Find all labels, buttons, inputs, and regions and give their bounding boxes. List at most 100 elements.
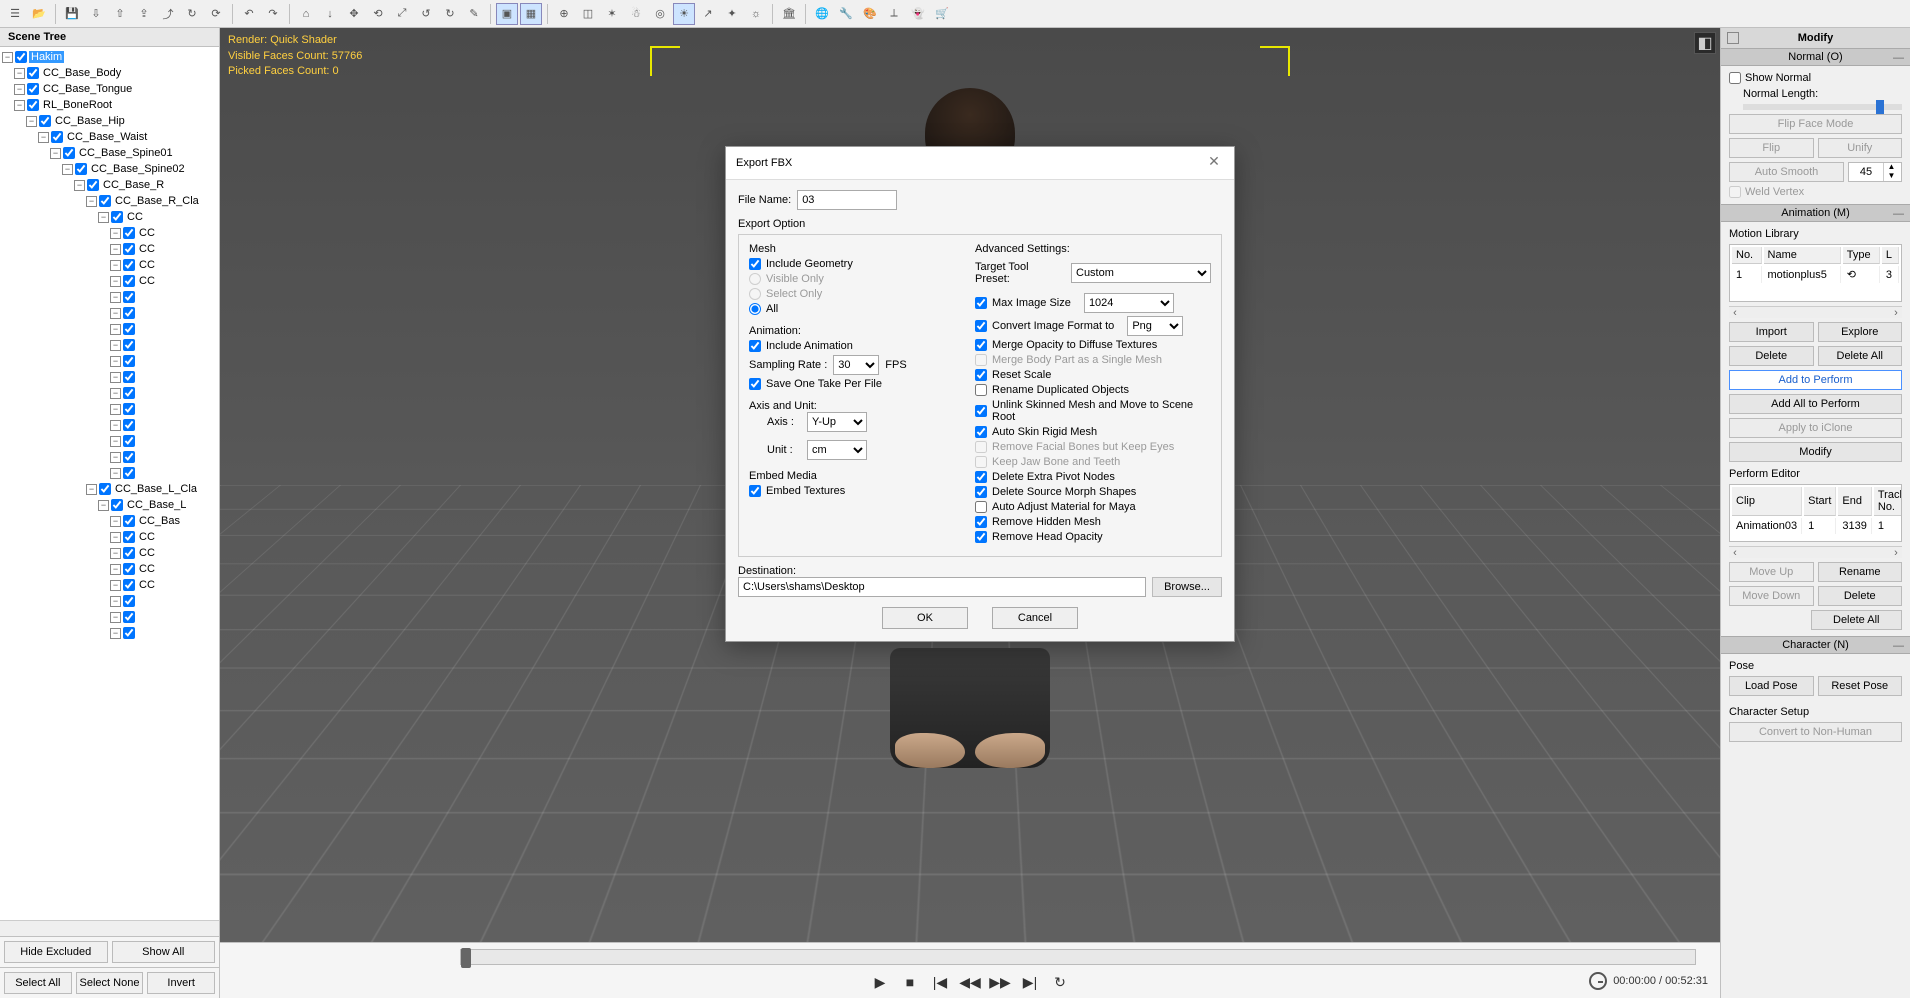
reset-scale-checkbox[interactable]	[975, 369, 987, 381]
tree-toggle-icon[interactable]: −	[86, 196, 97, 207]
grid-icon[interactable]: ▦	[520, 3, 542, 25]
embed-textures-checkbox[interactable]	[749, 485, 761, 497]
convert-image-checkbox[interactable]	[975, 320, 987, 332]
export-fbx-icon[interactable]: ⇪	[133, 3, 155, 25]
cancel-button[interactable]: Cancel	[992, 607, 1078, 629]
tree-toggle-icon[interactable]: −	[110, 516, 121, 527]
cart-icon[interactable]: 🛒	[931, 3, 953, 25]
sun-icon[interactable]: ☼	[745, 3, 767, 25]
animation-section-header[interactable]: Animation (M)	[1781, 207, 1849, 219]
explore-button[interactable]: Explore	[1818, 322, 1903, 342]
tree-node[interactable]: −CC_Base_R	[2, 177, 217, 193]
tree-toggle-icon[interactable]: −	[110, 308, 121, 319]
select-light-icon[interactable]: ☀	[673, 3, 695, 25]
tree-label[interactable]: CC	[137, 547, 157, 559]
select-all-button[interactable]: Select All	[4, 972, 72, 994]
motion-library-table[interactable]: No.NameTypeL 1motionplus5⟲3	[1729, 244, 1902, 302]
tree-node[interactable]: −CC_Bas	[2, 513, 217, 529]
tree-toggle-icon[interactable]: −	[110, 276, 121, 287]
tree-node[interactable]: −CC	[2, 561, 217, 577]
tree-toggle-icon[interactable]: −	[110, 420, 121, 431]
tree-node[interactable]: −	[2, 289, 217, 305]
tree-node[interactable]: −CC	[2, 257, 217, 273]
pivot-icon[interactable]: ⊕	[553, 3, 575, 25]
tree-node[interactable]: −CC_Base_Spine02	[2, 161, 217, 177]
tree-label[interactable]: CC	[137, 579, 157, 591]
tree-node[interactable]: −CC_Base_Waist	[2, 129, 217, 145]
tree-node[interactable]: −	[2, 369, 217, 385]
tree-checkbox[interactable]	[27, 83, 39, 95]
tree-node[interactable]: −CC	[2, 529, 217, 545]
tree-label[interactable]: CC	[137, 243, 157, 255]
tree-toggle-icon[interactable]: −	[110, 580, 121, 591]
remove-head-opacity-checkbox[interactable]	[975, 531, 987, 543]
delete-all-clip-button[interactable]: Delete All	[1811, 610, 1903, 630]
tree-label[interactable]: CC_Base_Spine01	[77, 147, 175, 159]
target-preset-select[interactable]: Custom	[1071, 263, 1211, 283]
tree-node[interactable]: −CC_Base_Body	[2, 65, 217, 81]
tree-node[interactable]: −CC_Base_Hip	[2, 113, 217, 129]
tree-checkbox[interactable]	[123, 275, 135, 287]
tree-checkbox[interactable]	[123, 419, 135, 431]
tree-icon[interactable]: ☰	[4, 3, 26, 25]
show-all-button[interactable]: Show All	[112, 941, 216, 963]
tree-toggle-icon[interactable]: −	[110, 244, 121, 255]
tree-node[interactable]: −	[2, 321, 217, 337]
tree-label[interactable]: CC_Base_L	[125, 499, 188, 511]
wrench-icon[interactable]: 🔧	[835, 3, 857, 25]
tree-toggle-icon[interactable]: −	[98, 212, 109, 223]
tree-node[interactable]: − CC	[2, 241, 217, 257]
remove-hidden-checkbox[interactable]	[975, 516, 987, 528]
tree-toggle-icon[interactable]: −	[110, 436, 121, 447]
tree-toggle-icon[interactable]: −	[110, 228, 121, 239]
export-usd-icon[interactable]: ⤴	[157, 3, 179, 25]
all-radio[interactable]	[749, 303, 761, 315]
tree-toggle-icon[interactable]: −	[110, 388, 121, 399]
smooth-angle-spinner[interactable]: ▲▼	[1848, 162, 1902, 182]
tree-node[interactable]: −CC_Base_L	[2, 497, 217, 513]
tree-label[interactable]: Hakim	[29, 51, 64, 63]
tree-node[interactable]: −RL_BoneRoot	[2, 97, 217, 113]
unlink-skinned-checkbox[interactable]	[975, 405, 987, 417]
redo-icon[interactable]: ↷	[262, 3, 284, 25]
tree-label[interactable]: RL_BoneRoot	[41, 99, 114, 111]
tree-node[interactable]: −	[2, 465, 217, 481]
tree-label[interactable]: CC	[125, 211, 145, 223]
tree-checkbox[interactable]	[123, 259, 135, 271]
close-icon[interactable]: ✕	[1204, 153, 1224, 173]
character-section-header[interactable]: Character (N)	[1782, 639, 1849, 651]
tree-toggle-icon[interactable]: −	[110, 356, 121, 367]
rewind-icon[interactable]: ◀◀	[960, 972, 980, 992]
tree-node[interactable]: −	[2, 609, 217, 625]
tree-toggle-icon[interactable]: −	[26, 116, 37, 127]
tree-toggle-icon[interactable]: −	[110, 628, 121, 639]
tree-checkbox[interactable]	[123, 563, 135, 575]
tree-node[interactable]: − CC	[2, 545, 217, 561]
tree-checkbox[interactable]	[51, 131, 63, 143]
tree-toggle-icon[interactable]: −	[110, 548, 121, 559]
tree-label[interactable]: CC_Base_Waist	[65, 131, 149, 143]
collapse-icon[interactable]: —	[1893, 208, 1904, 220]
tree-node[interactable]: −	[2, 401, 217, 417]
tree-checkbox[interactable]	[123, 579, 135, 591]
tree-node[interactable]: −	[2, 593, 217, 609]
tree-hscroll[interactable]	[0, 920, 219, 936]
tree-checkbox[interactable]	[123, 323, 135, 335]
first-frame-icon[interactable]: |◀	[930, 972, 950, 992]
tree-label[interactable]: CC	[137, 531, 157, 543]
bank-icon[interactable]: 🏛	[778, 3, 800, 25]
tree-label[interactable]: CC_Base_R_Cla	[113, 195, 201, 207]
tree-checkbox[interactable]	[63, 147, 75, 159]
tree-toggle-icon[interactable]: −	[110, 324, 121, 335]
edit-mesh-icon[interactable]: ◫	[577, 3, 599, 25]
auto-adjust-maya-checkbox[interactable]	[975, 501, 987, 513]
unit-select[interactable]: cm	[807, 440, 867, 460]
normal-length-slider[interactable]	[1743, 104, 1902, 110]
tree-toggle-icon[interactable]: −	[110, 260, 121, 271]
convert-image-select[interactable]: Png	[1127, 316, 1183, 336]
del-morph-checkbox[interactable]	[975, 486, 987, 498]
tree-checkbox[interactable]	[123, 371, 135, 383]
tree-label[interactable]: CC_Base_Tongue	[41, 83, 134, 95]
tree-toggle-icon[interactable]: −	[110, 596, 121, 607]
rotate-icon[interactable]: ⟲	[367, 3, 389, 25]
